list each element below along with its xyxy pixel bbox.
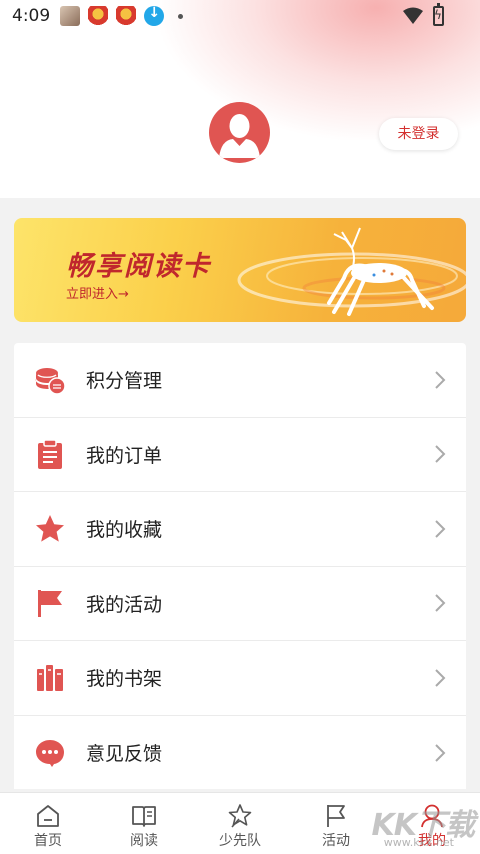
chevron-right-icon <box>435 445 446 463</box>
more-notifications-dot-icon <box>178 13 184 19</box>
tab-home[interactable]: 首页 <box>0 793 96 854</box>
download-icon <box>144 5 165 26</box>
user-avatar-icon[interactable] <box>209 102 270 163</box>
menu-item-label: 我的书架 <box>86 668 163 691</box>
chat-bubble-icon <box>36 739 64 767</box>
tab-activities[interactable]: 活动 <box>288 793 384 854</box>
menu-item-feedback[interactable]: 意见反馈 <box>14 716 466 791</box>
status-time: 4:09 <box>12 6 51 26</box>
battery-icon <box>433 3 444 26</box>
tab-label: 活动 <box>322 833 350 849</box>
menu-item-label: 我的活动 <box>86 593 163 616</box>
tab-label: 首页 <box>34 833 62 849</box>
wifi-icon <box>403 7 423 24</box>
profile-menu: 积分管理 我的订单 我的收藏 我的活动 我的书架 意见反馈 <box>14 343 466 789</box>
flag-outline-icon <box>327 805 345 827</box>
menu-item-label: 我的收藏 <box>86 519 163 542</box>
star-badge-icon <box>228 804 252 828</box>
tab-label: 阅读 <box>130 833 158 849</box>
flag-icon <box>38 590 62 618</box>
clipboard-icon <box>38 439 62 470</box>
reading-card-banner[interactable]: 畅享阅读卡 立即进入→ <box>14 218 466 322</box>
status-bar: 4:09 <box>0 0 480 32</box>
coins-icon <box>35 367 66 395</box>
chevron-right-icon <box>435 520 446 538</box>
tab-reading[interactable]: 阅读 <box>96 793 192 854</box>
book-icon <box>132 806 156 827</box>
red-badge-icon <box>116 6 137 26</box>
banner-enter-link[interactable]: 立即进入→ <box>66 283 129 302</box>
chevron-right-icon <box>435 371 446 389</box>
profile-header: 4:09 未登录 <box>0 0 480 198</box>
menu-item-label: 积分管理 <box>86 370 163 393</box>
bookshelf-icon <box>37 664 63 691</box>
chevron-right-icon <box>435 669 446 687</box>
kkx-watermark-url: www.kkx.net <box>383 836 454 849</box>
deer-illustration-icon <box>237 227 466 316</box>
avatar-silhouette-icon <box>219 114 260 158</box>
menu-item-points[interactable]: 积分管理 <box>14 343 466 418</box>
login-button[interactable]: 未登录 <box>379 118 458 150</box>
status-indicators <box>403 3 444 26</box>
chevron-right-icon <box>435 744 446 762</box>
banner-title: 畅享阅读卡 <box>66 251 211 282</box>
menu-item-bookshelf[interactable]: 我的书架 <box>14 641 466 716</box>
photo-notification-icon <box>60 6 81 26</box>
menu-item-orders[interactable]: 我的订单 <box>14 418 466 492</box>
menu-item-activities[interactable]: 我的活动 <box>14 567 466 641</box>
tab-label: 少先队 <box>219 833 261 849</box>
menu-item-label: 我的订单 <box>86 444 163 467</box>
star-icon <box>36 514 64 542</box>
menu-item-favorites[interactable]: 我的收藏 <box>14 492 466 567</box>
tab-young-pioneers[interactable]: 少先队 <box>192 793 288 854</box>
menu-item-label: 意见反馈 <box>86 743 163 766</box>
red-badge-icon <box>88 6 109 26</box>
home-icon <box>37 805 59 827</box>
chevron-right-icon <box>435 594 446 612</box>
